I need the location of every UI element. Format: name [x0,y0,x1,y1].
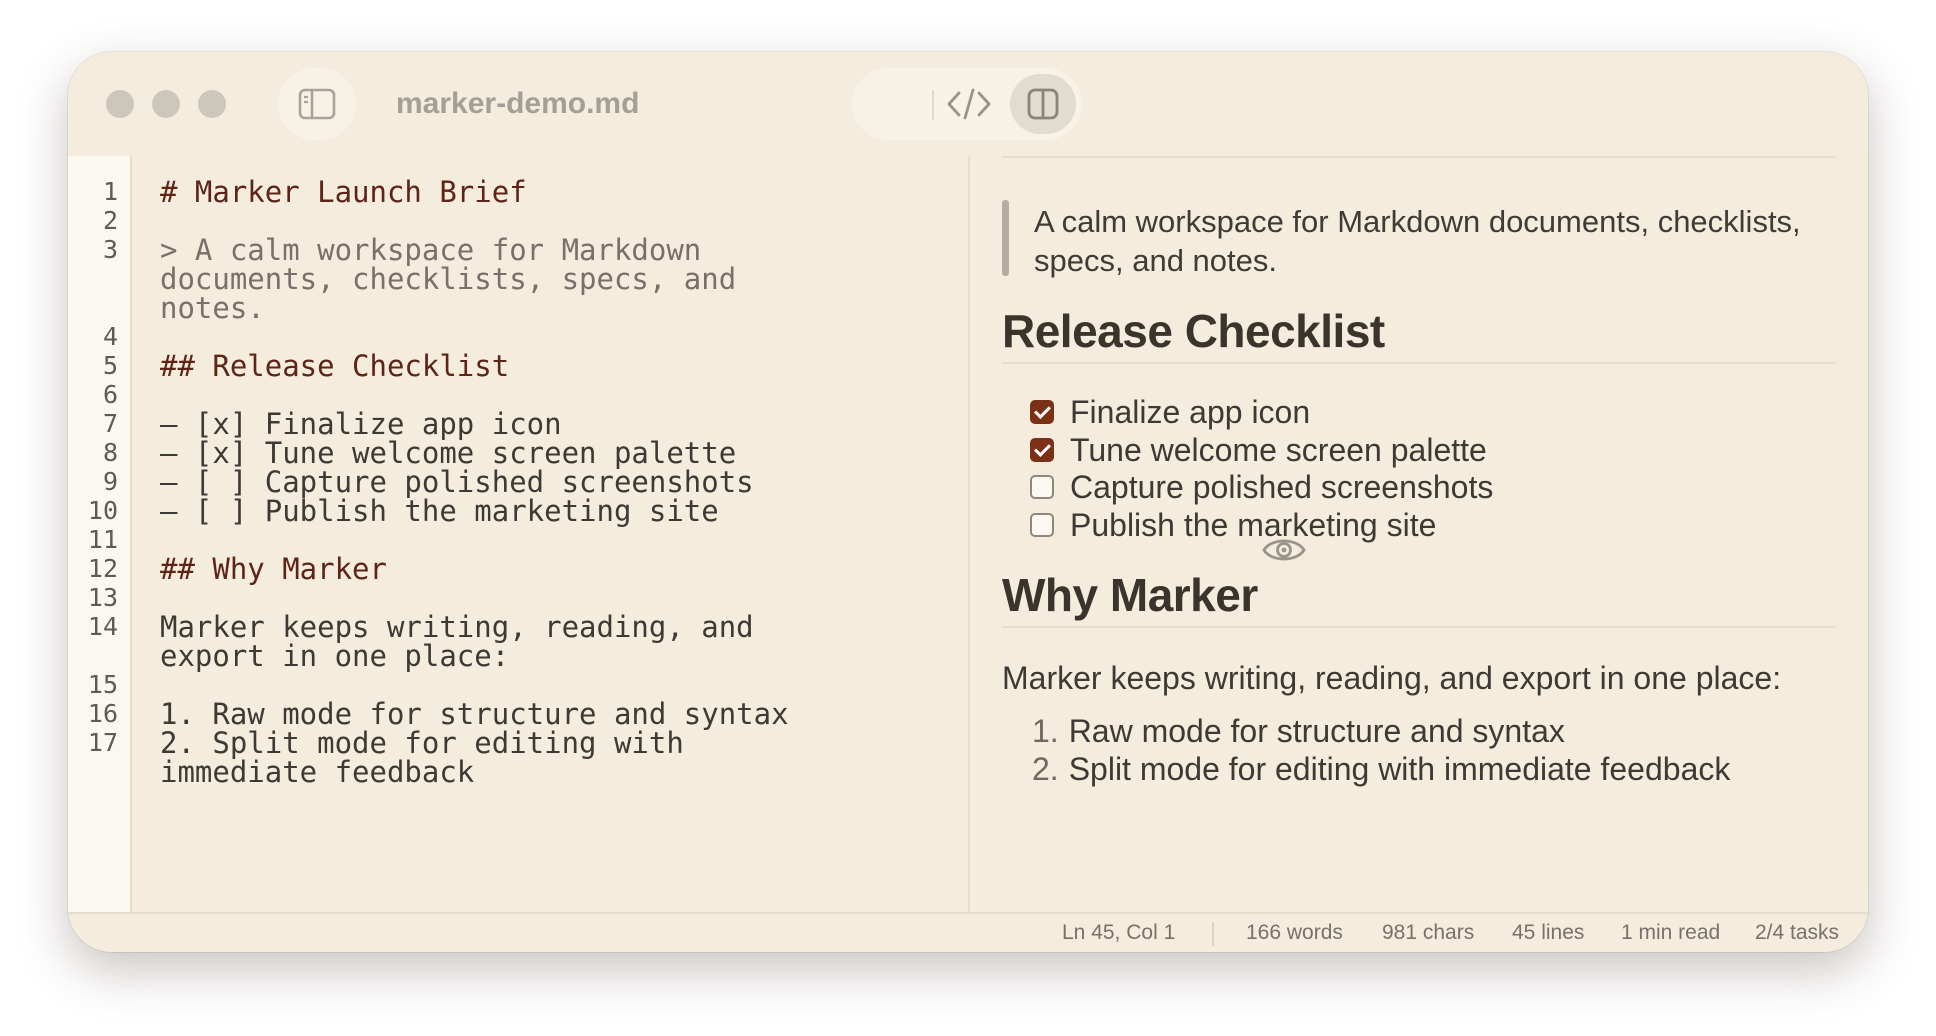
markdown-preview: A calm workspace for Markdown documents,… [1002,156,1846,912]
code-icon [947,88,991,120]
list-number: 1. [1032,713,1059,749]
raw-mode-button[interactable] [936,74,1002,134]
task-label: Capture polished screenshots [1070,469,1494,505]
unchecked-checkbox[interactable] [1030,512,1054,537]
minimize-window-button[interactable] [152,90,180,118]
sidebar-toggle-button[interactable] [278,68,356,140]
ordered-list-item: 1. Raw mode for structure and syntax [1032,711,1565,751]
title-bar: marker-demo.md [68,52,1868,561]
split-mode-button[interactable] [1010,74,1076,134]
release-checklist-heading: Release Checklist [1002,305,1385,357]
ordered-list-item: 2. Split mode for editing with immediate … [1032,749,1730,789]
document-title: marker-demo.md [396,87,640,120]
task-progress: 2/4 tasks [1755,921,1840,944]
blockquote-bar [1002,200,1009,276]
close-window-button[interactable] [106,90,134,118]
char-count: 981 chars [1382,921,1475,944]
heading-rule [1002,362,1836,364]
list-item-text: Split mode for editing with immediate fe… [1068,751,1731,787]
intro-paragraph: Marker keeps writing, reading, and expor… [1002,660,1782,696]
sidebar-icon [298,88,336,120]
editor-line[interactable]: immediate feedback [68,754,968,790]
status-bar: Ln 45, Col 1 166 words 981 chars 45 line… [68,912,1868,952]
why-marker-heading: Why Marker [1002,569,1258,621]
task-label: Tune welcome screen palette [1070,431,1487,468]
list-item-text: Raw mode for structure and syntax [1068,713,1565,749]
checked-checkbox[interactable] [1030,400,1054,424]
split-divider[interactable] [968,156,970,912]
heading-rule [1002,156,1836,158]
status-divider [1212,922,1214,946]
cursor-position: Ln 45, Col 1 [1062,921,1176,944]
reading-time: 1 min read [1621,921,1721,944]
view-mode-switcher [852,68,1306,561]
unchecked-checkbox[interactable] [1030,475,1054,499]
checked-checkbox[interactable] [1030,437,1054,462]
heading-rule [1002,626,1836,628]
app-window: marker-demo.md 1 # Marker Launch Brief 2… [68,52,1868,952]
markdown-editor[interactable]: 1 # Marker Launch Brief 2 3 > A calm workspa… [68,156,968,912]
mode-divider [932,90,934,120]
list-number: 2. [1032,751,1059,787]
blockquote-text: A calm workspace for Markdown documents,… [1034,204,1801,278]
line-text: immediate feedback [160,755,475,789]
task-label: Finalize app icon [1070,394,1311,430]
line-count: 45 lines [1512,921,1585,944]
zoom-window-button[interactable] [198,90,226,118]
word-count: 166 words [1246,921,1343,944]
task-label: Publish the marketing site [1070,506,1437,543]
split-view-icon [1027,88,1059,120]
